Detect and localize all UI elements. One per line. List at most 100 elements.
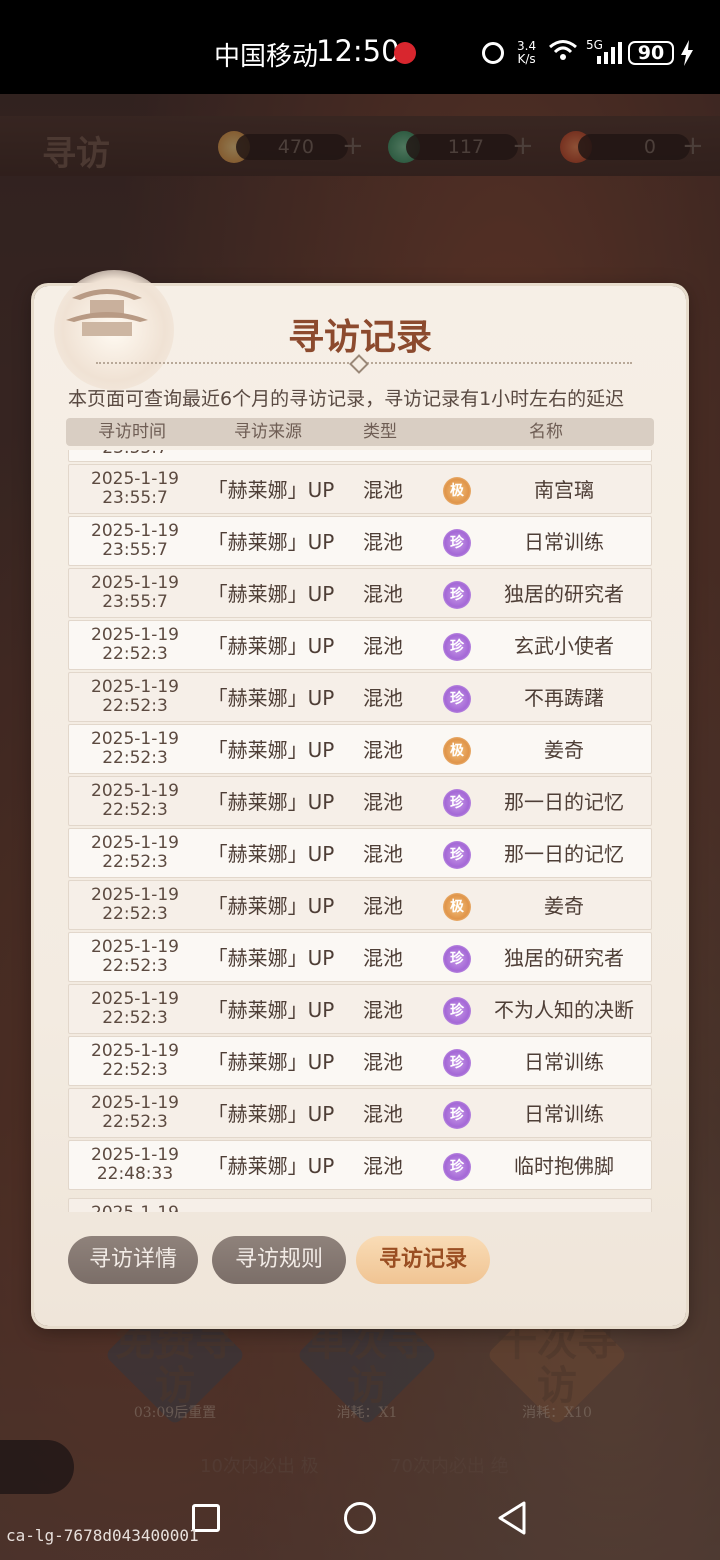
row-type: 混池 — [363, 530, 403, 554]
column-type: 类型 — [363, 422, 397, 442]
alarm-icon — [482, 42, 504, 64]
row-time: 2025-1-19 23:55:7 — [79, 470, 191, 508]
row-name: 日常训练 — [524, 530, 604, 554]
record-icon — [394, 42, 416, 64]
table-row: 2025-1-19 22:52:3 「赫莱娜」UP 混池 珍 不再踌躇 — [68, 672, 652, 722]
row-date: 2025-1-19 — [91, 729, 179, 749]
row-source: 「赫莱娜」UP — [207, 738, 335, 762]
row-date: 2025-1-19 — [91, 1145, 179, 1165]
row-clock: 22:52:3 — [102, 800, 168, 820]
status-bar: 中国移动 12:50 3.4 K/s 5G 90 — [0, 0, 720, 94]
rarity-badge-icon: 珍 — [443, 789, 471, 817]
signal-icon — [597, 42, 622, 64]
row-date: 2025-1-19 — [79, 1204, 191, 1213]
rarity-badge-icon: 珍 — [443, 997, 471, 1025]
row-date: 2025-1-19 — [91, 677, 179, 697]
row-name: 独居的研究者 — [504, 582, 624, 606]
table-row: 2025-1-19 22:52:3 「赫莱娜」UP 混池 极 姜奇 — [68, 724, 652, 774]
row-name: 玄武小使者 — [514, 634, 614, 658]
tab-gacha-details[interactable]: 寻访详情 — [68, 1236, 198, 1284]
record-list[interactable]: 23:55:7 2025-1-1923:55:7「赫莱娜」UP混池极南宫璃202… — [66, 450, 654, 1212]
row-type: 混池 — [363, 842, 403, 866]
row-source: 「赫莱娜」UP — [207, 1050, 335, 1074]
row-date: 2025-1-19 — [91, 573, 179, 593]
rarity-badge-icon: 珍 — [443, 581, 471, 609]
row-clock: 23:55:7 — [102, 592, 168, 612]
row-name: 南宫璃 — [534, 478, 594, 502]
row-source: 「赫莱娜」UP — [207, 1102, 335, 1126]
row-type: 混池 — [363, 738, 403, 762]
row-clock: 22:48:33 — [96, 1164, 174, 1184]
row-name: 姜奇 — [544, 894, 584, 918]
rarity-badge-icon: 极 — [443, 477, 471, 505]
table-row: 2025-1-19 23:55:7 「赫莱娜」UP 混池 极 南宫璃 — [68, 464, 652, 514]
wifi-icon — [549, 40, 577, 60]
row-clock: 22:52:3 — [102, 1008, 168, 1028]
row-source: 「赫莱娜」UP — [207, 686, 335, 710]
row-time: 2025-1-19 22:48:33 — [79, 1146, 191, 1184]
row-name: 那一日的记忆 — [504, 842, 624, 866]
row-date: 2025-1-19 — [91, 521, 179, 541]
rarity-badge-icon: 珍 — [443, 685, 471, 713]
row-source: 「赫莱娜」UP — [207, 842, 335, 866]
row-time: 2025-1-19 22:52:3 — [79, 782, 191, 820]
row-name: 独居的研究者 — [504, 946, 624, 970]
table-row: 2025-1-19 22:52:3 「赫莱娜」UP 混池 珍 玄武小使者 — [68, 620, 652, 670]
row-type: 混池 — [363, 478, 403, 502]
tab-gacha-rules[interactable]: 寻访规则 — [212, 1236, 346, 1284]
rarity-badge-icon: 珍 — [443, 1049, 471, 1077]
table-row: 2025-1-19 22:52:3 「赫莱娜」UP 混池 珍 那一日的记忆 — [68, 828, 652, 878]
net-speed: 3.4 K/s — [517, 40, 536, 66]
row-date: 2025-1-19 — [91, 885, 179, 905]
row-source: 「赫莱娜」UP — [207, 530, 335, 554]
row-time: 2025-1-19 22:52:3 — [79, 938, 191, 976]
row-date: 2025-1-19 — [91, 469, 179, 489]
row-clock: 22:52:3 — [102, 1112, 168, 1132]
record-notice: 本页面可查询最近6个月的寻访记录，寻访记录有1小时左右的延迟 — [68, 388, 625, 410]
net-speed-unit: K/s — [517, 52, 536, 66]
row-clock: 22:52:3 — [102, 852, 168, 872]
table-row: 2025-1-19 22:52:3 「赫莱娜」UP 混池 珍 独居的研究者 — [68, 932, 652, 982]
row-time: 23:55:7 — [79, 450, 191, 458]
tab-gacha-records[interactable]: 寻访记录 — [356, 1236, 490, 1284]
row-time: 2025-1-19 23:55:7 — [79, 574, 191, 612]
carrier-name: 中国移动 — [214, 42, 319, 72]
table-row: 2025-1-19 22:52:3 「赫莱娜」UP 混池 珍 那一日的记忆 — [68, 776, 652, 826]
row-date: 2025-1-19 — [91, 625, 179, 645]
row-time: 2025-1-19 22:52:3 — [79, 1042, 191, 1080]
row-type: 混池 — [363, 634, 403, 658]
table-row: 2025-1-19 22:52:3 「赫莱娜」UP 混池 珍 日常训练 — [68, 1088, 652, 1138]
row-source: 「赫莱娜」UP — [207, 1154, 335, 1178]
battery-level: 90 — [628, 41, 674, 65]
rarity-badge-icon: 珍 — [443, 1153, 471, 1181]
column-name: 名称 — [529, 422, 563, 442]
rarity-badge-icon: 极 — [443, 893, 471, 921]
table-row-partial: 23:55:7 — [68, 450, 652, 462]
row-source: 「赫莱娜」UP — [207, 894, 335, 918]
column-time: 寻访时间 — [98, 422, 166, 442]
row-type: 混池 — [363, 946, 403, 970]
row-date: 2025-1-19 — [91, 781, 179, 801]
row-clock: 23:55:7 — [102, 540, 168, 560]
row-name: 那一日的记忆 — [504, 790, 624, 814]
clock: 12:50 — [316, 34, 400, 68]
row-type: 混池 — [363, 790, 403, 814]
row-date: 2025-1-19 — [91, 937, 179, 957]
row-clock: 22:52:3 — [102, 748, 168, 768]
home-button[interactable] — [344, 1502, 376, 1534]
row-date: 2025-1-19 — [91, 1093, 179, 1113]
table-header: 寻访时间 寻访来源 类型 名称 — [66, 418, 654, 446]
row-clock: 22:52:3 — [102, 644, 168, 664]
row-time: 2025-1-19 22:52:3 — [79, 834, 191, 872]
row-clock: 23:55:7 — [102, 488, 168, 508]
row-name: 日常训练 — [524, 1050, 604, 1074]
row-date: 2025-1-19 — [91, 833, 179, 853]
row-time: 2025-1-19 22:52:3 — [79, 990, 191, 1028]
table-row: 2025-1-19 23:55:7 「赫莱娜」UP 混池 珍 独居的研究者 — [68, 568, 652, 618]
back-icon[interactable] — [496, 1500, 528, 1536]
dialog-title: 寻访记录 — [287, 316, 432, 358]
row-time: 2025-1-19 22:52:3 — [79, 886, 191, 924]
row-time: 2025-1-19 23:55:7 — [79, 522, 191, 560]
rarity-badge-icon: 珍 — [443, 841, 471, 869]
table-row-partial: 2025-1-19 — [68, 1198, 652, 1212]
